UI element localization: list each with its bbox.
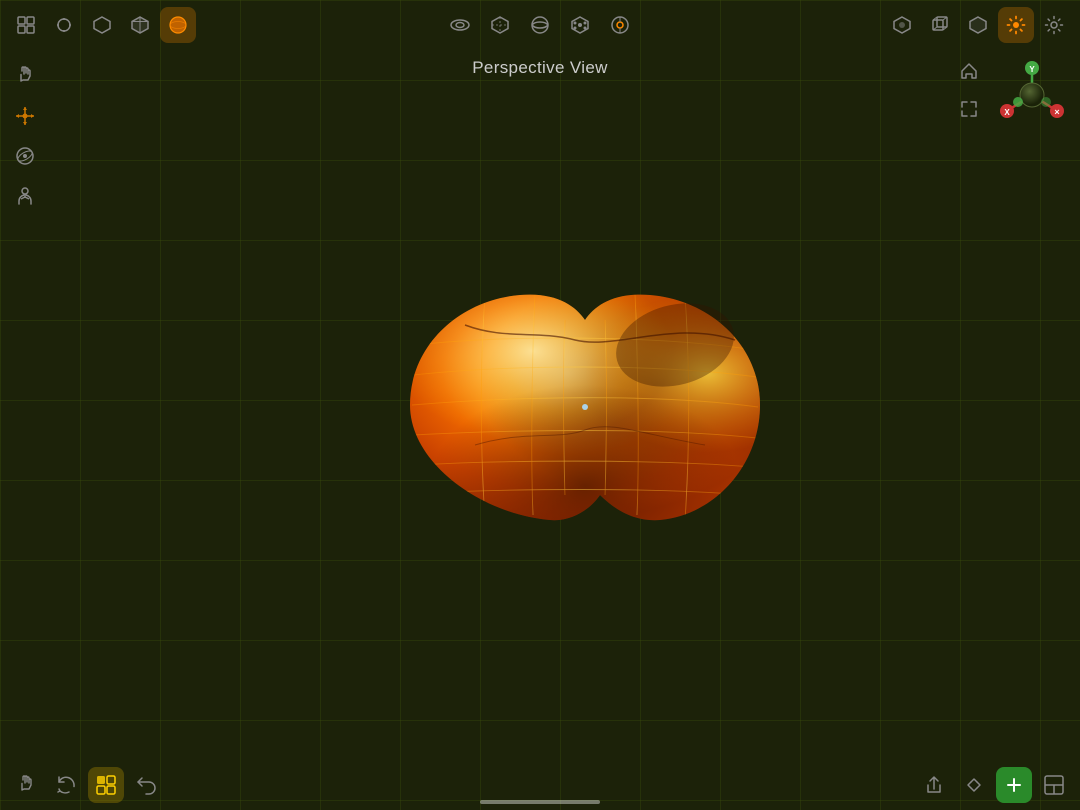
share-button[interactable]	[916, 767, 952, 803]
multicut-icon[interactable]	[562, 7, 598, 43]
panels-button[interactable]	[1036, 767, 1072, 803]
bottom-toolbar	[0, 760, 1080, 810]
svg-text:Y: Y	[1029, 65, 1035, 74]
settings-active-icon[interactable]	[998, 7, 1034, 43]
cube-front-view-icon[interactable]	[884, 7, 920, 43]
undo-rotate-button[interactable]	[48, 767, 84, 803]
layout-button[interactable]	[88, 767, 124, 803]
toolbar-left-group	[8, 7, 196, 43]
toolbar-center-group	[442, 7, 638, 43]
corner-buttons	[953, 55, 985, 125]
fullscreen-button[interactable]	[953, 93, 985, 125]
grid-toggle-icon[interactable]	[8, 7, 44, 43]
torus-icon[interactable]	[442, 7, 478, 43]
home-button[interactable]	[953, 55, 985, 87]
add-button[interactable]	[996, 767, 1032, 803]
svg-text:X: X	[1004, 108, 1010, 117]
settings-icon[interactable]	[1036, 7, 1072, 43]
cube-wire-icon[interactable]	[922, 7, 958, 43]
top-toolbar	[0, 0, 1080, 50]
keyboard-shortcut-button[interactable]	[956, 767, 992, 803]
person-button[interactable]	[7, 178, 43, 214]
toolbar-right-group	[884, 7, 1072, 43]
orbit-button[interactable]	[7, 138, 43, 174]
cursor-icon[interactable]	[46, 7, 82, 43]
pan-tool-button[interactable]	[8, 767, 44, 803]
crease-icon[interactable]	[602, 7, 638, 43]
cube-faces-icon[interactable]	[960, 7, 996, 43]
sphere-active-icon[interactable]	[160, 7, 196, 43]
left-sidebar	[0, 50, 50, 760]
undo-button[interactable]	[128, 767, 164, 803]
cube-solid-icon[interactable]	[122, 7, 158, 43]
hand-tool-button[interactable]	[7, 58, 43, 94]
transform-tool-button[interactable]	[7, 98, 43, 134]
orientation-widget[interactable]: Y X ×	[992, 55, 1072, 135]
3d-object	[305, 245, 825, 565]
svg-text:×: ×	[1054, 107, 1059, 117]
bottom-left-group	[8, 767, 164, 803]
bottom-right-group	[916, 767, 1072, 803]
cube-outline-icon[interactable]	[84, 7, 120, 43]
object-canvas[interactable]	[50, 50, 1080, 760]
loop-cut-icon[interactable]	[522, 7, 558, 43]
subdivide-icon[interactable]	[482, 7, 518, 43]
